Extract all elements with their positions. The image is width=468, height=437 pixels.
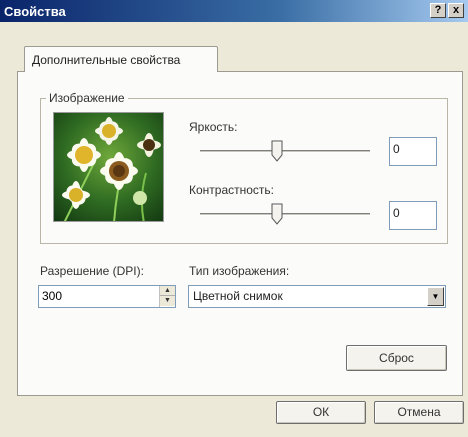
title-bar: Свойства ? x — [0, 0, 468, 22]
preview-image — [53, 112, 164, 222]
window-title: Свойства — [4, 3, 66, 19]
properties-dialog: Свойства ? x Дополнительные свойства Изо… — [0, 0, 468, 437]
image-group-label: Изображение — [46, 91, 128, 105]
image-type-label: Тип изображения: — [189, 264, 290, 278]
brightness-label: Яркость: — [189, 120, 238, 134]
brightness-slider-thumb[interactable] — [271, 140, 283, 162]
ok-button[interactable]: ОК — [276, 401, 366, 424]
brightness-slider-track[interactable] — [200, 150, 370, 153]
help-button[interactable]: ? — [430, 3, 446, 18]
resolution-value: 300 — [42, 289, 63, 303]
contrast-label: Контрастность: — [189, 183, 275, 197]
image-type-selected: Цветной снимок — [193, 289, 283, 303]
contrast-slider-track[interactable] — [200, 213, 370, 216]
image-type-select[interactable]: Цветной снимок ▼ — [188, 285, 446, 308]
contrast-slider-thumb[interactable] — [271, 203, 283, 225]
cancel-button[interactable]: Отмена — [374, 401, 464, 424]
slider-thumb-icon — [271, 203, 282, 225]
spinner-arrows: ▲ ▼ — [159, 286, 175, 307]
resolution-spinner[interactable]: 300 ▲ ▼ — [38, 285, 176, 308]
resolution-label: Разрешение (DPI): — [40, 264, 144, 278]
spin-down-icon[interactable]: ▼ — [160, 296, 175, 306]
contrast-value-field[interactable]: 0 — [389, 201, 437, 230]
spin-up-icon[interactable]: ▲ — [160, 286, 175, 296]
chevron-down-icon[interactable]: ▼ — [427, 287, 444, 306]
reset-button[interactable]: Сброс — [346, 345, 447, 371]
tab-advanced-properties[interactable]: Дополнительные свойства — [24, 46, 218, 72]
close-button[interactable]: x — [448, 3, 464, 18]
daisy-photo — [54, 113, 163, 221]
brightness-value-field[interactable]: 0 — [389, 137, 437, 166]
slider-thumb-icon — [271, 140, 282, 162]
